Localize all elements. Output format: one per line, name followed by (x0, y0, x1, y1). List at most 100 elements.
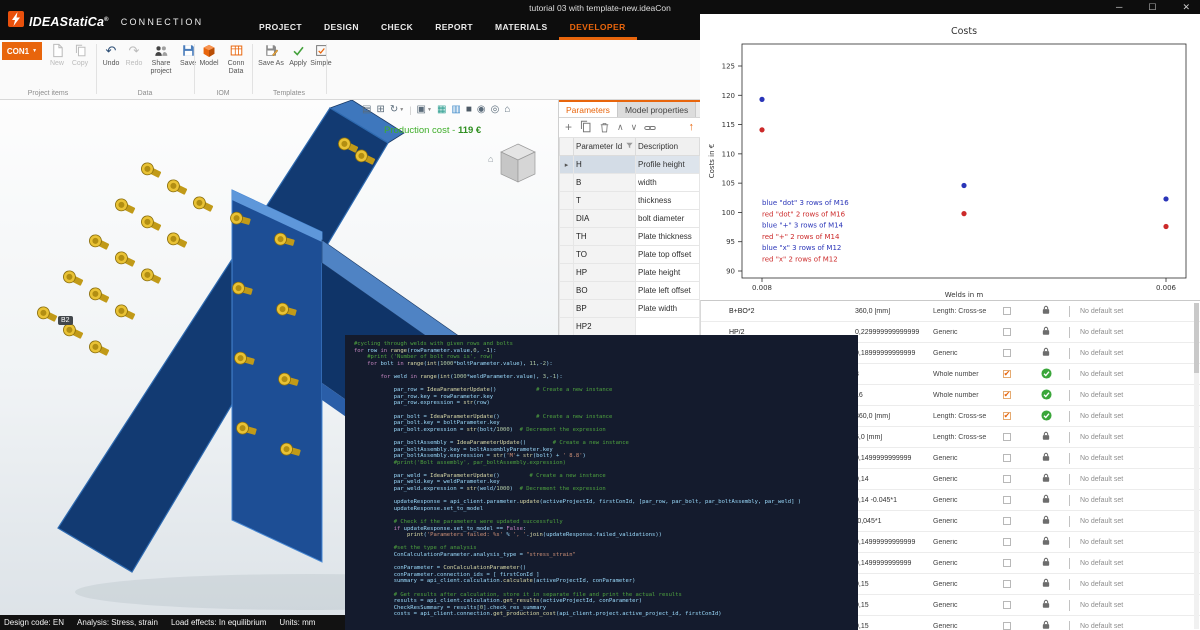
parameter-description-cell[interactable]: Plate height (636, 264, 700, 282)
parameter-description-cell[interactable]: Plate left offset (636, 282, 700, 300)
parameter-description-cell[interactable]: Plate width (636, 300, 700, 318)
chart-xlabel: Welds in m (945, 291, 984, 299)
parameter-description-cell[interactable]: Profile height (636, 156, 700, 174)
column-header-description[interactable]: Description (636, 138, 700, 156)
navigation-cube[interactable]: ⌂ (488, 140, 541, 192)
parameter-id-cell[interactable]: BO (574, 282, 636, 300)
menu-report[interactable]: REPORT (424, 16, 484, 40)
publish-icon[interactable]: ↑ (689, 122, 695, 133)
default-checkbox[interactable] (1003, 580, 1011, 588)
move-up-icon[interactable]: ∧ (617, 122, 624, 133)
table-row[interactable]: Bwidth (560, 174, 700, 192)
default-checkbox[interactable] (1003, 349, 1011, 357)
parameter-description-cell[interactable]: thickness (636, 192, 700, 210)
propgrid-scrollbar[interactable] (1194, 303, 1199, 629)
save-as-button[interactable]: Save As (256, 42, 286, 68)
section-icon[interactable]: ▣▼ (417, 103, 432, 117)
move-down-icon[interactable]: ∨ (631, 122, 638, 133)
parameter-id-cell[interactable]: DIA (574, 210, 636, 228)
parameter-id-cell[interactable]: H (574, 156, 636, 174)
default-checkbox[interactable] (1003, 496, 1011, 504)
menu-project[interactable]: PROJECT (248, 16, 313, 40)
parameter-id-cell[interactable]: B (574, 174, 636, 192)
table-row[interactable]: HPPlate height (560, 264, 700, 282)
table-row[interactable]: HP2 (560, 318, 700, 336)
default-checkbox[interactable] (1003, 328, 1011, 336)
orbit-icon[interactable]: ↻▼ (390, 103, 404, 117)
close-button[interactable]: ✕ (1182, 2, 1190, 13)
print-icon[interactable]: ▤ (362, 103, 371, 117)
workplane-icon[interactable]: ▦ (437, 103, 446, 117)
parameter-id-cell[interactable]: TO (574, 246, 636, 264)
simple-button[interactable]: Simple (310, 42, 332, 68)
fit-view-icon[interactable]: ⊞ (376, 103, 384, 117)
menu-developer[interactable]: DEVELOPER (559, 16, 637, 40)
default-checkbox[interactable] (1003, 601, 1011, 609)
table-row[interactable]: Tthickness (560, 192, 700, 210)
model-button[interactable]: Model (198, 42, 220, 75)
code-editor[interactable]: #cycling through welds with given rows a… (345, 335, 858, 630)
camera-icon[interactable]: ◉ (477, 103, 486, 117)
tab-model-properties[interactable]: Model properties (618, 102, 696, 117)
table-row[interactable]: THPlate thickness (560, 228, 700, 246)
default-checkbox[interactable] (1003, 517, 1011, 525)
parameter-id-cell[interactable]: BP (574, 300, 636, 318)
minimize-button[interactable]: ─ (1116, 2, 1122, 13)
parameter-description-cell[interactable]: Plate thickness (636, 228, 700, 246)
property-row[interactable]: B+BO*2360,0 [mm]Length: Cross-seNo defau… (701, 301, 1200, 322)
status-analysis: Analysis: Stress, strain (77, 618, 158, 627)
parameter-description-cell[interactable]: width (636, 174, 700, 192)
redo-button[interactable]: ↷Redo (123, 42, 145, 75)
member-label-chip[interactable]: B2 (58, 316, 73, 325)
conn-data-button[interactable]: Conn Data (221, 42, 251, 75)
undo-button[interactable]: ↶Undo (100, 42, 122, 75)
parameter-id-cell[interactable]: HP (574, 264, 636, 282)
column-header-parameter-id[interactable]: Parameter Id (574, 138, 636, 156)
parameter-description-cell[interactable]: Plate top offset (636, 246, 700, 264)
parameter-description-cell[interactable]: bolt diameter (636, 210, 700, 228)
table-row[interactable]: DIAbolt diameter (560, 210, 700, 228)
copy-button[interactable]: Copy (69, 42, 91, 68)
table-row[interactable]: TOPlate top offset (560, 246, 700, 264)
delete-icon[interactable] (599, 122, 610, 133)
parameter-description-cell[interactable] (636, 318, 700, 336)
menu-materials[interactable]: MATERIALS (484, 16, 559, 40)
parameter-id-cell[interactable]: T (574, 192, 636, 210)
default-checkbox[interactable] (1003, 622, 1011, 630)
default-checkbox[interactable] (1003, 559, 1011, 567)
parameter-id-cell[interactable]: HP2 (574, 318, 636, 336)
parameter-id-cell[interactable]: TH (574, 228, 636, 246)
view-cube-icon[interactable] (495, 140, 541, 192)
share-button[interactable]: Share project (146, 42, 176, 75)
menu-design[interactable]: DESIGN (313, 16, 370, 40)
home-view-icon[interactable]: ⌂ (488, 154, 493, 164)
filter-icon[interactable] (626, 142, 633, 149)
default-checkbox[interactable]: ✔ (1003, 391, 1011, 399)
duplicate-icon[interactable] (579, 120, 592, 136)
property-type: Generic (931, 497, 991, 504)
default-checkbox[interactable] (1003, 475, 1011, 483)
new-button[interactable]: New (46, 42, 68, 68)
table-row[interactable]: BPPlate width (560, 300, 700, 318)
table-row[interactable]: ▸HProfile height (560, 156, 700, 174)
solids-icon[interactable]: ■ (466, 103, 472, 117)
connection-selector-button[interactable]: CON1▼ (2, 42, 42, 60)
maximize-button[interactable]: ☐ (1148, 2, 1156, 13)
default-checkbox[interactable]: ✔ (1003, 412, 1011, 420)
default-checkbox[interactable] (1003, 433, 1011, 441)
visibility-icon[interactable]: ◎ (491, 103, 500, 117)
home-icon[interactable]: ⌂ (504, 103, 510, 117)
default-checkbox[interactable] (1003, 454, 1011, 462)
add-icon[interactable]: + (565, 122, 572, 133)
default-checkbox[interactable] (1003, 307, 1011, 315)
members-icon[interactable]: ▥ (451, 103, 460, 117)
ribbon-group-data: ↶Undo↷RedoShare projectSaveData (98, 40, 192, 99)
table-row[interactable]: BOPlate left offset (560, 282, 700, 300)
default-set-label: No default set (1080, 518, 1123, 525)
apply-button[interactable]: Apply (287, 42, 309, 68)
default-checkbox[interactable] (1003, 538, 1011, 546)
menu-check[interactable]: CHECK (370, 16, 424, 40)
default-checkbox[interactable]: ✔ (1003, 370, 1011, 378)
link-icon[interactable] (644, 122, 656, 134)
tab-parameters[interactable]: Parameters (559, 102, 618, 117)
